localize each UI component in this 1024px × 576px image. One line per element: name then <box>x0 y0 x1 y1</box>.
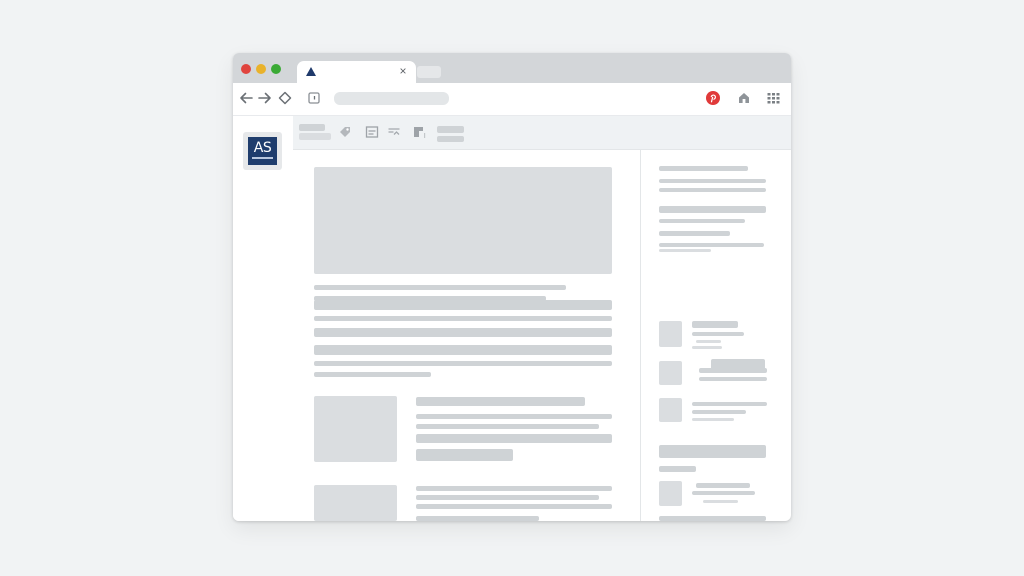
logo-tagline-bar <box>252 156 273 159</box>
editor-toolbar <box>293 116 791 150</box>
triangle-icon <box>306 67 316 76</box>
bookmark-icon[interactable] <box>306 90 322 106</box>
text-line-placeholder <box>659 516 766 521</box>
sidebar-thumbnail-placeholder[interactable] <box>659 481 682 506</box>
logo-text: AS <box>253 139 272 156</box>
home-icon[interactable] <box>736 90 752 106</box>
toolbar-placeholder-label <box>299 133 331 140</box>
document-icon[interactable] <box>412 125 426 139</box>
logo-mark: AS <box>248 137 277 165</box>
pinterest-icon[interactable] <box>705 90 721 106</box>
text-line-placeholder <box>416 486 612 491</box>
text-line-placeholder <box>314 285 566 290</box>
text-line-placeholder <box>696 340 721 343</box>
text-line-placeholder <box>699 377 767 381</box>
text-line-placeholder <box>659 179 766 183</box>
article-thumbnail-placeholder[interactable] <box>314 485 397 521</box>
sidebar-thumbnail-placeholder[interactable] <box>659 361 682 385</box>
text-line-placeholder <box>416 516 539 521</box>
text-line-placeholder <box>416 449 513 461</box>
active-tab[interactable]: × <box>297 61 416 83</box>
text-line-placeholder <box>314 328 612 337</box>
text-line-placeholder <box>692 402 767 406</box>
text-line-placeholder <box>659 188 766 192</box>
main-content <box>293 150 641 521</box>
image-icon[interactable] <box>365 125 379 139</box>
tab-bar: × <box>233 53 791 83</box>
article-title-placeholder[interactable] <box>416 397 585 406</box>
site-logo[interactable]: AS <box>243 132 282 170</box>
site-sidebar: AS <box>233 116 293 521</box>
window-close-button[interactable] <box>241 64 251 74</box>
text-line-placeholder <box>692 491 755 495</box>
address-bar[interactable] <box>334 92 449 105</box>
text-line-placeholder <box>416 434 612 443</box>
text-line-placeholder <box>314 316 612 321</box>
text-line-placeholder <box>416 424 599 429</box>
text-line-placeholder <box>314 361 612 366</box>
text-line-placeholder <box>659 231 730 236</box>
browser-window: × AS <box>233 53 791 521</box>
toolbar-placeholder-label <box>437 126 464 133</box>
text-line-placeholder <box>659 466 696 472</box>
text-line-placeholder <box>692 321 738 328</box>
inactive-tab[interactable] <box>417 66 441 78</box>
text-line-placeholder <box>659 219 745 223</box>
hero-image-placeholder[interactable] <box>314 167 612 274</box>
window-minimize-button[interactable] <box>256 64 266 74</box>
tag-icon[interactable] <box>338 125 352 139</box>
sidebar-heading-placeholder <box>659 206 766 213</box>
text-line-placeholder <box>314 300 612 310</box>
tag-icon[interactable] <box>277 90 293 106</box>
toolbar-placeholder-label <box>437 136 464 142</box>
forward-arrow-icon[interactable] <box>257 90 273 106</box>
text-line-placeholder <box>692 346 722 349</box>
text-line-placeholder <box>703 500 738 503</box>
article-thumbnail-placeholder[interactable] <box>314 396 397 462</box>
right-sidebar <box>641 150 791 521</box>
sidebar-thumbnail-placeholder[interactable] <box>659 398 682 422</box>
text-line-placeholder <box>692 418 734 421</box>
text-line-placeholder <box>314 345 612 355</box>
window-maximize-button[interactable] <box>271 64 281 74</box>
sidebar-heading-placeholder <box>659 166 748 171</box>
text-line-placeholder <box>696 483 750 488</box>
link-icon[interactable] <box>387 125 401 139</box>
grid-menu-icon[interactable] <box>765 90 781 106</box>
browser-toolbar <box>233 83 791 116</box>
text-line-placeholder <box>692 410 746 414</box>
text-line-placeholder <box>692 332 744 336</box>
sidebar-thumbnail-placeholder[interactable] <box>659 321 682 347</box>
text-line-placeholder <box>416 504 612 509</box>
text-line-placeholder <box>699 368 767 373</box>
back-arrow-icon[interactable] <box>238 90 254 106</box>
text-line-placeholder <box>416 495 599 500</box>
text-line-placeholder <box>659 243 764 247</box>
sidebar-heading-placeholder <box>659 445 766 458</box>
text-line-placeholder <box>314 372 431 377</box>
tab-close-button[interactable]: × <box>397 63 409 79</box>
toolbar-placeholder-label <box>299 124 325 131</box>
text-line-placeholder <box>659 249 711 252</box>
text-line-placeholder <box>416 414 612 419</box>
